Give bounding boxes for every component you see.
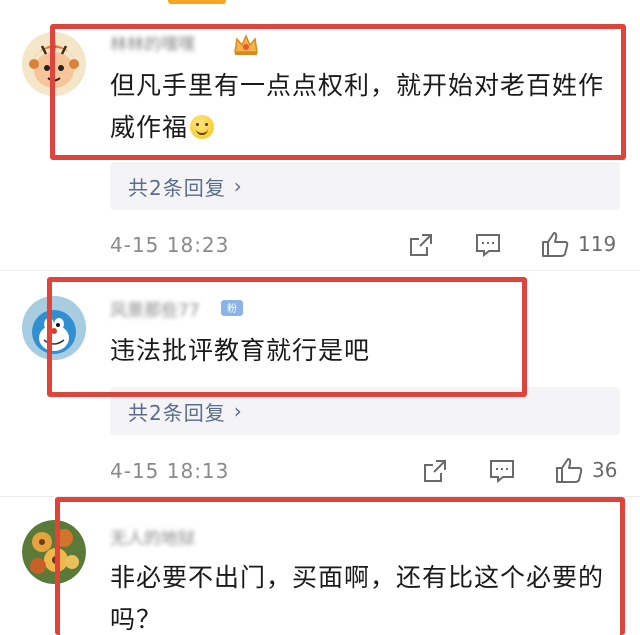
chevron-right-icon: › [233,174,242,198]
like-button[interactable]: 119 [540,230,616,258]
view-replies-button[interactable]: 共2条回复 › [110,162,620,210]
divider [0,496,640,497]
avatar[interactable] [22,296,86,360]
share-button[interactable] [422,458,448,484]
username[interactable]: 无人的地狱 [110,524,195,549]
comment-button[interactable] [488,458,516,484]
avatar[interactable] [22,32,86,96]
like-button[interactable]: 36 [554,456,617,484]
like-count: 36 [592,458,618,482]
comment-button[interactable] [474,232,502,258]
thumbs-up-icon [556,458,583,483]
username[interactable]: 风景那些77 [110,296,200,321]
comment-icon [476,234,500,258]
replies-label: 共2条回复 [128,400,226,425]
comment-text: 但凡手里有一点点权利，就开始对老百姓作威作福 [110,71,605,142]
like-count: 119 [578,232,617,256]
share-icon [424,460,446,482]
replies-label: 共2条回复 [128,175,226,200]
divider [0,270,640,271]
share-button[interactable] [408,232,434,258]
comment-text: 违法批评教育就行是吧 [110,336,371,365]
avatar[interactable] [22,520,86,584]
comment-text: 非必要不出门，买面啊，还有比这个必要的吗？ [110,563,605,634]
smile-emoji-icon [190,115,215,139]
active-tab-indicator [168,0,226,4]
share-icon [410,234,432,256]
svg-text:粉: 粉 [227,302,237,315]
chevron-right-icon: › [233,399,242,423]
thumbs-up-icon [542,232,569,257]
timestamp: 4-15 18:13 [110,459,230,483]
comment-icon [490,460,514,484]
crown-badge-icon [232,32,260,58]
verified-badge-icon: 粉 [220,298,244,318]
timestamp: 4-15 18:23 [110,233,230,257]
view-replies-button[interactable]: 共2条回复 › [110,387,620,435]
username[interactable]: 林林的嘿嘿 [110,30,195,55]
